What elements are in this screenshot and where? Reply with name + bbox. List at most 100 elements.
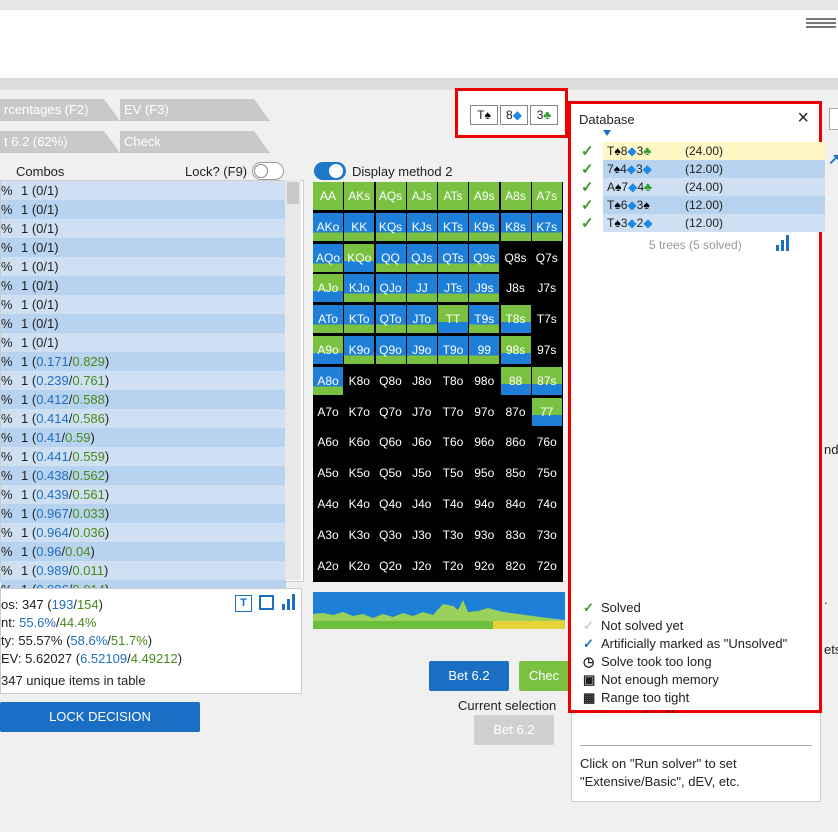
hand-cell[interactable]: JTo [406, 305, 437, 334]
scroll-thumb[interactable] [287, 182, 299, 204]
check-button[interactable]: Chec [519, 661, 569, 691]
table-row[interactable]: % 1 (0.441/0.559) [1, 447, 286, 466]
hand-cell[interactable]: AQo [313, 243, 343, 272]
edge-export-icon[interactable]: ↗ [828, 150, 838, 168]
hand-cell[interactable]: 75o [531, 459, 562, 488]
hand-cell[interactable]: 73o [531, 520, 562, 549]
hand-cell[interactable]: T9o [438, 336, 468, 364]
hand-cell[interactable]: 87o [500, 397, 531, 426]
hand-cell[interactable]: AJo [313, 274, 343, 303]
table-row[interactable]: % 1 (0.964/0.036) [1, 523, 286, 542]
hand-cell[interactable]: JTs [438, 274, 468, 303]
bar-chart-icon[interactable] [281, 593, 297, 611]
hand-cell[interactable]: K8s [500, 212, 531, 241]
hand-cell[interactable]: 87s [531, 366, 562, 395]
hand-cell[interactable]: K4o [344, 490, 375, 518]
hand-cell[interactable]: A6o [313, 428, 343, 457]
table-row[interactable]: % 1 (0.239/0.761) [1, 371, 286, 390]
menu-icon[interactable] [806, 18, 836, 30]
hand-cell[interactable]: T7s [531, 305, 562, 334]
database-item[interactable]: A♠7◆4♣ (24.00) [603, 178, 825, 196]
hand-cell[interactable]: J5o [406, 459, 437, 488]
hand-cell[interactable]: J3o [406, 520, 437, 549]
hand-cell[interactable]: 86o [500, 428, 531, 457]
hand-cell[interactable]: K8o [344, 366, 375, 395]
hand-cell[interactable]: 88 [500, 366, 531, 395]
hand-cell[interactable]: KJo [344, 274, 375, 303]
hand-cell[interactable]: 94o [469, 490, 500, 518]
hand-cell[interactable]: 83o [500, 520, 531, 549]
table-row[interactable]: % 1 (0/1) [1, 314, 286, 333]
hand-cell[interactable]: A2o [313, 551, 343, 580]
hand-cell[interactable]: Q9o [375, 336, 406, 364]
hand-cell[interactable]: K7o [344, 397, 375, 426]
hand-cell[interactable]: A3o [313, 520, 343, 549]
tab-ev[interactable]: EV (F3) [120, 99, 270, 121]
hand-cell[interactable]: QQ [375, 243, 406, 272]
text-icon[interactable]: T [235, 595, 252, 612]
hand-cell[interactable]: 98s [500, 336, 531, 364]
hand-cell[interactable]: 97s [531, 336, 562, 364]
hand-cell[interactable]: 84o [500, 490, 531, 518]
hand-cell[interactable]: 74o [531, 490, 562, 518]
hand-cell[interactable]: 77 [531, 397, 562, 426]
table-row[interactable]: % 1 (0.967/0.033) [1, 504, 286, 523]
hand-cell[interactable]: 96o [469, 428, 500, 457]
table-row[interactable]: % 1 (0.171/0.829) [1, 352, 286, 371]
hand-cell[interactable]: Q8s [500, 243, 531, 272]
hand-cell[interactable]: QJs [406, 243, 437, 272]
hand-cell[interactable]: J4o [406, 490, 437, 518]
table-row[interactable]: % 1 (0.412/0.588) [1, 390, 286, 409]
hand-cell[interactable]: J7o [406, 397, 437, 426]
hand-cell[interactable]: Q3o [375, 520, 406, 549]
table-row[interactable]: % 1 (0/1) [1, 181, 286, 200]
hand-cell[interactable]: T5o [438, 459, 468, 488]
hand-cell[interactable]: KJs [406, 212, 437, 241]
hand-cell[interactable]: Q9s [469, 243, 500, 272]
hand-cell[interactable]: T2o [438, 551, 468, 580]
hand-cell[interactable]: K9o [344, 336, 375, 364]
hand-cell[interactable]: J9s [469, 274, 500, 303]
hand-cell[interactable]: AQs [375, 182, 406, 210]
hand-cell[interactable]: AJs [406, 182, 437, 210]
hand-cell[interactable]: A9o [313, 336, 343, 364]
hand-cell[interactable]: Q6o [375, 428, 406, 457]
table-row[interactable]: % 1 (0/1) [1, 200, 286, 219]
hand-cell[interactable]: 97o [469, 397, 500, 426]
hand-cell[interactable]: 72o [531, 551, 562, 580]
hand-cell[interactable]: 85o [500, 459, 531, 488]
table-row[interactable]: % 1 (0/1) [1, 257, 286, 276]
hand-cell[interactable]: K2o [344, 551, 375, 580]
hand-cell[interactable]: 82o [500, 551, 531, 580]
tab-check[interactable]: Check [120, 131, 270, 153]
hand-cell[interactable]: K3o [344, 520, 375, 549]
hand-cell[interactable]: K5o [344, 459, 375, 488]
table-row[interactable]: % 1 (0.41/0.59) [1, 428, 286, 447]
lock-decision-button[interactable]: LOCK DECISION [0, 702, 200, 732]
tab-bet[interactable]: t 6.2 (62%) [0, 131, 120, 153]
table-row[interactable]: % 1 (0/1) [1, 219, 286, 238]
tab-percentages[interactable]: rcentages (F2) [0, 99, 120, 121]
hand-cell[interactable]: J8o [406, 366, 437, 395]
hand-cell[interactable]: K9s [469, 212, 500, 241]
export-icon[interactable] [259, 595, 274, 610]
hand-cell[interactable]: KTo [344, 305, 375, 334]
hand-cell[interactable]: Q4o [375, 490, 406, 518]
hand-cell[interactable]: K7s [531, 212, 562, 241]
hand-cell[interactable]: 92o [469, 551, 500, 580]
table-row[interactable]: % 1 (0/1) [1, 238, 286, 257]
table-row[interactable]: % 1 (0/1) [1, 295, 286, 314]
hand-cell[interactable]: J6o [406, 428, 437, 457]
hand-cell[interactable]: 76o [531, 428, 562, 457]
edge-input[interactable] [829, 108, 838, 130]
hand-cell[interactable]: A8s [500, 182, 531, 210]
hand-cell[interactable]: T4o [438, 490, 468, 518]
hand-cell[interactable]: A8o [313, 366, 343, 395]
hand-cell[interactable]: KQo [344, 243, 375, 272]
hand-cell[interactable]: AKo [313, 212, 343, 241]
hand-cell[interactable]: KTs [438, 212, 468, 241]
bet-button[interactable]: Bet 6.2 [429, 661, 509, 691]
hand-cell[interactable]: KQs [375, 212, 406, 241]
hand-cell[interactable]: J8s [500, 274, 531, 303]
hand-cell[interactable]: AKs [344, 182, 375, 210]
